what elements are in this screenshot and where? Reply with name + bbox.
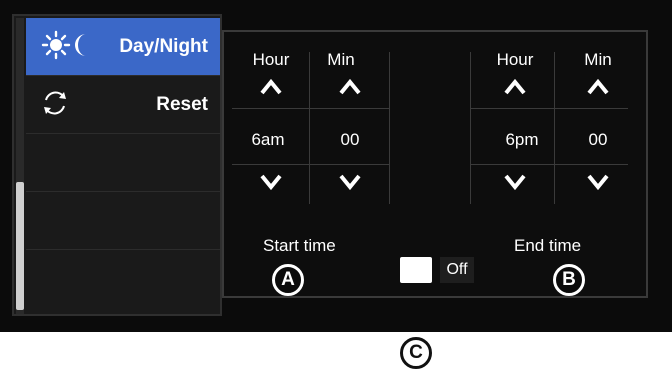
sidebar-item-reset[interactable]: Reset: [26, 76, 220, 134]
sidebar-item-empty[interactable]: [26, 134, 220, 192]
start-hour-label: Hour: [252, 50, 290, 69]
end-hour-up-button[interactable]: [480, 76, 550, 110]
end-hour-down-button[interactable]: [480, 172, 550, 206]
divider: [554, 52, 555, 204]
end-hour-label: Hour: [496, 50, 534, 69]
chevron-up-icon: [587, 78, 609, 95]
chevron-up-icon: [260, 78, 282, 95]
start-min-down-button[interactable]: [315, 172, 385, 206]
divider: [470, 52, 471, 204]
start-hour-up-button[interactable]: [236, 76, 306, 110]
end-min-label: Min: [584, 50, 612, 69]
callout-a: A: [272, 264, 304, 296]
end-time-caption: End time: [514, 236, 582, 255]
sidebar-item-empty[interactable]: [26, 250, 220, 308]
sidebar-item-day-night[interactable]: Day/Night: [26, 18, 220, 76]
chevron-up-icon: [504, 78, 526, 95]
sidebar-item-label: Reset: [156, 94, 208, 115]
sun-moon-icon: [38, 28, 98, 67]
divider: [309, 52, 310, 204]
day-night-toggle[interactable]: [400, 257, 432, 283]
end-min-value: 00: [588, 130, 608, 149]
divider: [232, 164, 390, 165]
callout-c: C: [400, 337, 432, 369]
scrollbar-thumb[interactable]: [16, 182, 24, 310]
chevron-down-icon: [504, 174, 526, 191]
toggle-state-label: Off: [440, 257, 474, 283]
start-hour-value: 6am: [251, 130, 285, 149]
start-min-up-button[interactable]: [315, 76, 385, 110]
chevron-down-icon: [587, 174, 609, 191]
sidebar-item-label: Day/Night: [119, 36, 208, 57]
screen: Day/Night Reset Hour 6am Min 00 Hour 6pm…: [0, 0, 672, 332]
sidebar-item-empty[interactable]: [26, 192, 220, 250]
chevron-down-icon: [260, 174, 282, 191]
start-min-value: 00: [340, 130, 360, 149]
end-hour-value: 6pm: [505, 130, 539, 149]
chevron-down-icon: [339, 174, 361, 191]
sidebar: Day/Night Reset: [12, 14, 222, 316]
start-time-caption: Start time: [263, 236, 336, 255]
chevron-up-icon: [339, 78, 361, 95]
refresh-icon: [38, 86, 72, 125]
start-hour-down-button[interactable]: [236, 172, 306, 206]
divider: [470, 164, 628, 165]
callout-b: B: [553, 264, 585, 296]
end-min-down-button[interactable]: [563, 172, 633, 206]
divider: [389, 52, 390, 204]
end-min-up-button[interactable]: [563, 76, 633, 110]
start-min-label: Min: [327, 50, 355, 69]
